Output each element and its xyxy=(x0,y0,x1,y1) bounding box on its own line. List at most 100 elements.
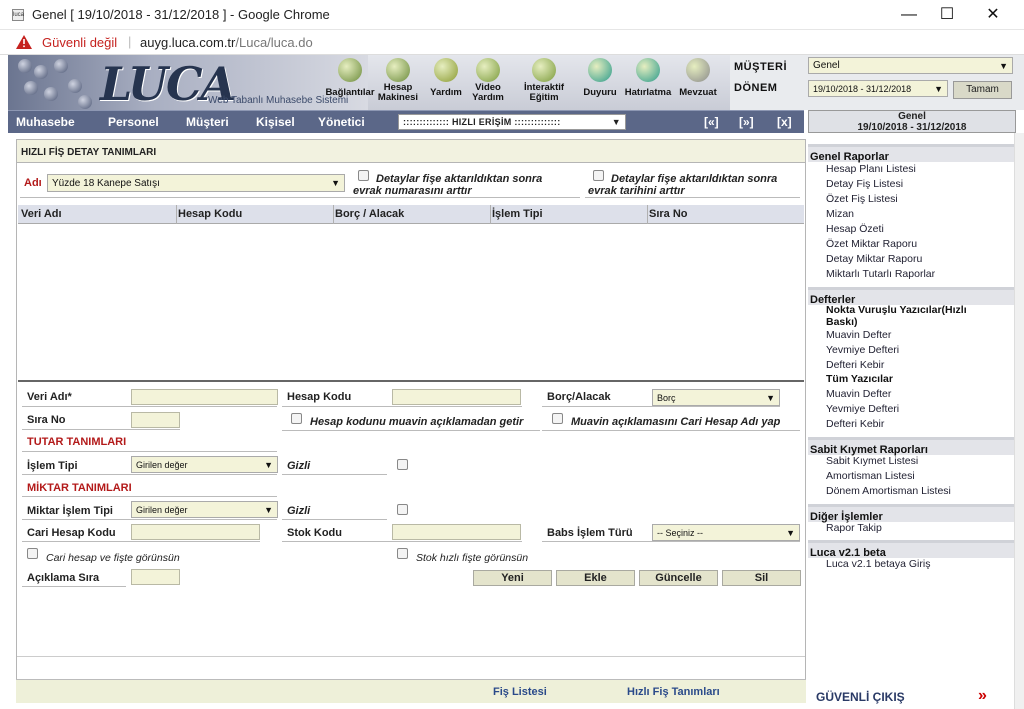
sidebar-item-yevmiye-defteri[interactable]: Yevmiye Defteri xyxy=(826,344,899,356)
sidebar-item-miktarli-tutarli[interactable]: Miktarlı Tutarlı Raporlar xyxy=(826,268,935,280)
cari-hesap-kodu-input[interactable] xyxy=(131,524,260,540)
adi-select[interactable]: Yüzde 18 Kanepe Satışı ▼ xyxy=(47,174,345,192)
sira-no-input[interactable] xyxy=(131,412,180,428)
guncelle-button[interactable]: Güncelle xyxy=(639,570,718,586)
window-title: Genel [ 19/10/2018 - 31/12/2018 ] - Goog… xyxy=(32,7,330,22)
sil-button[interactable]: Sil xyxy=(722,570,801,586)
close-button[interactable]: ✕ xyxy=(970,0,1016,30)
divider xyxy=(22,519,277,520)
cari-gorunsun-checkbox[interactable] xyxy=(27,548,38,559)
stok-kodu-input[interactable] xyxy=(392,524,521,540)
toolbar-item-3[interactable]: Video Yardım xyxy=(458,83,518,103)
nav-back-button[interactable]: [«] xyxy=(704,115,719,129)
hesap-kodu-input[interactable] xyxy=(392,389,521,405)
sidebar-item-ozet-miktar[interactable]: Özet Miktar Raporu xyxy=(826,238,917,250)
toolbar-item-4[interactable]: İnteraktif Eğitim xyxy=(514,83,574,103)
security-status[interactable]: Güvenli değil xyxy=(42,35,117,50)
nav-forward-button[interactable]: [»] xyxy=(739,115,754,129)
babs-select[interactable]: -- Seçiniz -- ▼ xyxy=(652,524,800,541)
sidebar-item-yevmiye-defteri-2[interactable]: Yevmiye Defteri xyxy=(826,403,899,415)
help-icon[interactable] xyxy=(434,58,458,82)
url-text[interactable]: auyg.luca.com.tr/Luca/luca.do xyxy=(140,35,313,50)
yeni-button[interactable]: Yeni xyxy=(473,570,552,586)
menu-musteri[interactable]: Müşteri xyxy=(186,115,229,129)
video-icon[interactable] xyxy=(476,58,500,82)
muavin-aciklama-checkbox[interactable] xyxy=(291,413,302,424)
babs-value: -- Seçiniz -- xyxy=(657,528,704,538)
musteri-select[interactable]: Genel ▼ xyxy=(808,57,1013,74)
cari-hesap-adi-checkbox[interactable] xyxy=(552,413,563,424)
abacus-bead-icon xyxy=(68,79,82,93)
sidebar-item-mizan[interactable]: Mizan xyxy=(826,208,854,220)
divider xyxy=(20,197,350,198)
veri-adi-input[interactable] xyxy=(131,389,278,405)
network-icon[interactable] xyxy=(338,58,362,82)
reminder-icon[interactable] xyxy=(636,58,660,82)
divider xyxy=(22,451,277,452)
menu-personel[interactable]: Personel xyxy=(108,115,159,129)
menu-kisisel[interactable]: Kişisel xyxy=(256,115,295,129)
abacus-bead-icon xyxy=(18,59,32,73)
evrak-tarih-label-2: evrak tarihini arttır xyxy=(588,185,685,197)
page-scrollbar[interactable] xyxy=(1014,133,1024,709)
logout-link[interactable]: GÜVENLİ ÇIKIŞ xyxy=(816,690,905,704)
sidebar-item-betaya-giris[interactable]: Luca v2.1 betaya Giriş xyxy=(826,558,930,570)
divider xyxy=(282,541,522,542)
quick-access-select[interactable]: :::::::::::::: HIZLI ERİŞİM ::::::::::::… xyxy=(398,114,626,130)
chevron-down-icon: ▼ xyxy=(264,460,273,470)
islem-tipi-label: İşlem Tipi xyxy=(27,460,78,472)
sidebar-item-defteri-kebir-2[interactable]: Defteri Kebir xyxy=(826,418,884,430)
sidebar-item-amortisman-listesi[interactable]: Amortisman Listesi xyxy=(826,470,915,482)
calculator-icon[interactable] xyxy=(386,58,410,82)
borc-alacak-label: Borç/Alacak xyxy=(547,391,611,403)
islem-tipi-select[interactable]: Girilen değer ▼ xyxy=(131,456,278,473)
maximize-button[interactable]: ☐ xyxy=(924,0,970,30)
chat-icon[interactable] xyxy=(532,58,556,82)
double-chevron-right-icon[interactable]: » xyxy=(978,687,987,705)
menu-yonetici[interactable]: Yönetici xyxy=(318,115,365,129)
sidebar-item-donem-amortisman[interactable]: Dönem Amortisman Listesi xyxy=(826,485,951,497)
aciklama-sira-input[interactable] xyxy=(131,569,180,585)
toolbar-item-7[interactable]: Mevzuat xyxy=(668,88,728,98)
ekle-button[interactable]: Ekle xyxy=(556,570,635,586)
tamam-button[interactable]: Tamam xyxy=(953,81,1012,99)
evrak-no-checkbox[interactable] xyxy=(358,170,369,181)
gizli-checkbox[interactable] xyxy=(397,459,408,470)
borc-alacak-select[interactable]: Borç ▼ xyxy=(652,389,780,406)
menu-muhasebe[interactable]: Muhasebe xyxy=(16,115,75,129)
col-separator xyxy=(176,205,177,224)
toolbar-label: Mevzuat xyxy=(679,87,717,98)
sidebar-sub-nokta-vuruslu-2: Baskı) xyxy=(826,316,858,328)
gizli2-label: Gizli xyxy=(287,505,311,517)
fis-listesi-link[interactable]: Fiş Listesi xyxy=(493,686,547,698)
hesap-kodu-label: Hesap Kodu xyxy=(287,391,352,403)
sidebar-item-detay-fis[interactable]: Detay Fiş Listesi xyxy=(826,178,903,190)
grid-body[interactable] xyxy=(18,224,804,382)
sidebar-item-hesap-plani[interactable]: Hesap Planı Listesi xyxy=(826,163,916,175)
sidebar-item-detay-miktar[interactable]: Detay Miktar Raporu xyxy=(826,253,922,265)
stok-gorunsun-checkbox[interactable] xyxy=(397,548,408,559)
warning-icon xyxy=(16,35,32,49)
sidebar-item-defteri-kebir[interactable]: Defteri Kebir xyxy=(826,359,884,371)
gizli2-checkbox[interactable] xyxy=(397,504,408,515)
people-icon[interactable] xyxy=(588,58,612,82)
miktar-islem-select[interactable]: Girilen değer ▼ xyxy=(131,501,278,518)
donem-value: 19/10/2018 - 31/12/2018 xyxy=(813,84,912,94)
sidebar-item-hesap-ozeti[interactable]: Hesap Özeti xyxy=(826,223,884,235)
donem-select[interactable]: 19/10/2018 - 31/12/2018 ▼ xyxy=(808,80,948,97)
sidebar-item-muavin-defter-2[interactable]: Muavin Defter xyxy=(826,388,891,400)
nav-close-button[interactable]: [x] xyxy=(777,115,792,129)
address-bar[interactable]: Güvenli değil | auyg.luca.com.tr/Luca/lu… xyxy=(0,30,1024,55)
sidebar-item-sabit-kiymet-listesi[interactable]: Sabit Kıymet Listesi xyxy=(826,455,918,467)
sidebar-item-ozet-fis[interactable]: Özet Fiş Listesi xyxy=(826,193,898,205)
divider xyxy=(282,406,522,407)
divider xyxy=(282,519,387,520)
hizli-fis-tanimlari-link[interactable]: Hızlı Fiş Tanımları xyxy=(627,686,720,698)
abacus-bead-icon xyxy=(78,95,92,109)
evrak-tarih-checkbox[interactable] xyxy=(593,170,604,181)
session-title: Genel xyxy=(898,111,926,122)
cari-gorunsun-label: Cari hesap ve fişte görünsün xyxy=(46,552,180,564)
sidebar-item-rapor-takip[interactable]: Rapor Takip xyxy=(826,522,882,534)
sidebar-item-muavin-defter[interactable]: Muavin Defter xyxy=(826,329,891,341)
document-icon[interactable] xyxy=(686,58,710,82)
